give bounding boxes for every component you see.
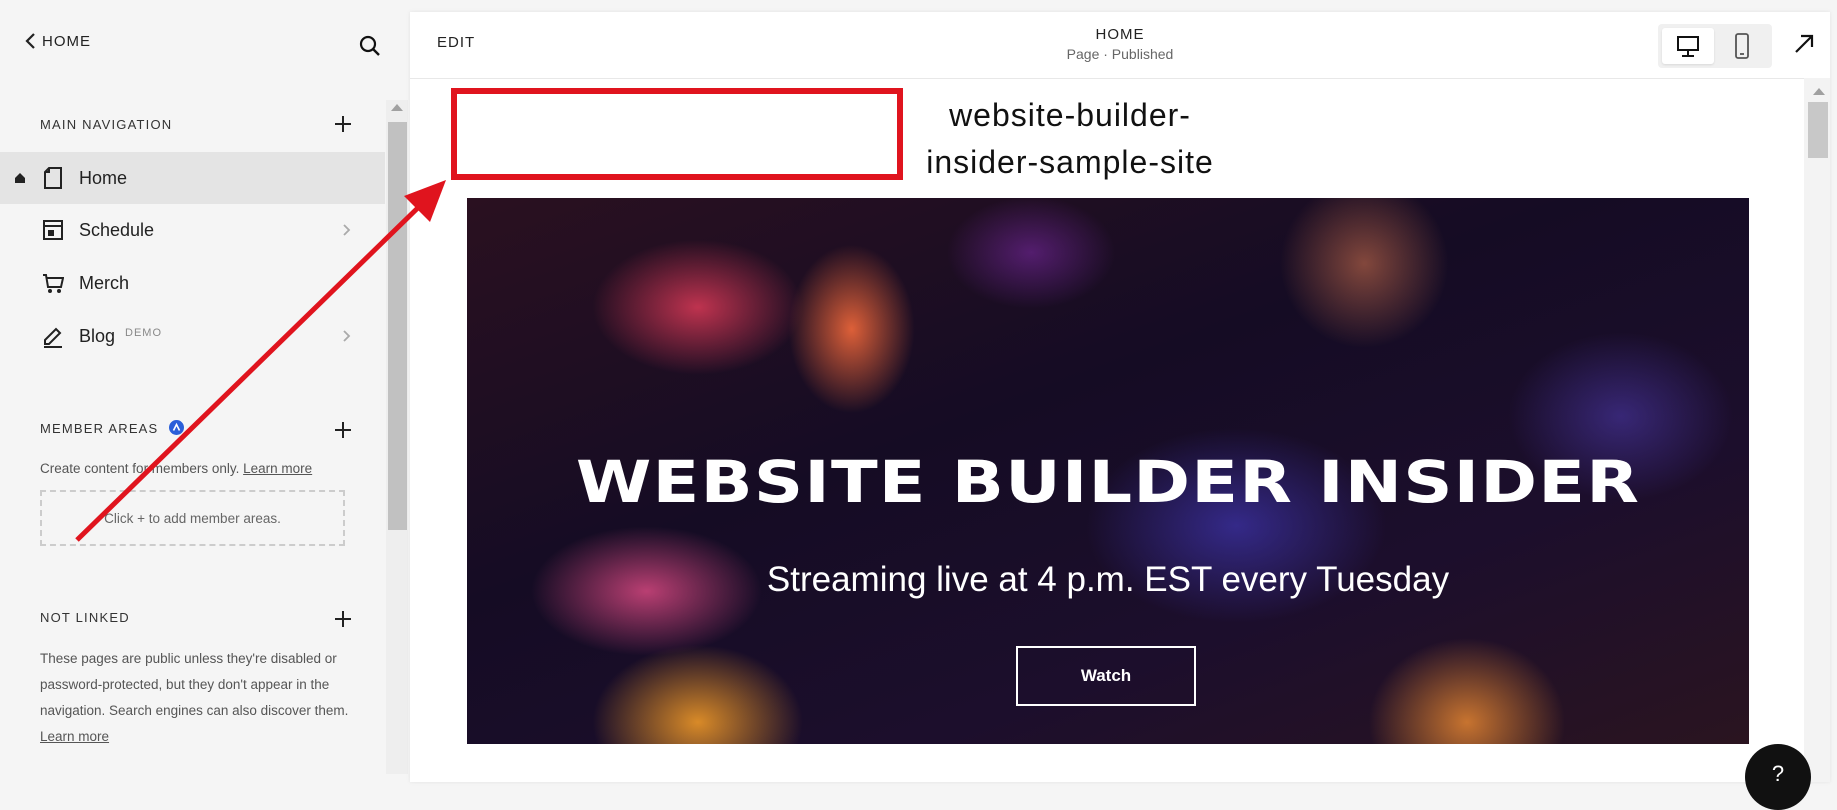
nav-item-label: Schedule <box>79 219 155 240</box>
not-linked-desc-text: These pages are public unless they're di… <box>40 651 349 718</box>
annotation-highlight-box <box>451 88 903 180</box>
member-areas-header: MEMBER AREAS <box>40 420 185 436</box>
back-home-label: HOME <box>42 32 91 50</box>
nav-item-label: Blog <box>79 325 116 346</box>
page-title: HOME <box>1095 26 1145 43</box>
member-areas-title: MEMBER AREAS <box>40 421 159 436</box>
nav-item-schedule[interactable]: Schedule <box>0 204 385 256</box>
back-home-link[interactable]: HOME <box>24 32 91 50</box>
open-external-button[interactable] <box>1792 32 1816 56</box>
preview-scrollbar-thumb[interactable] <box>1808 102 1828 158</box>
add-not-linked-button[interactable] <box>333 609 353 629</box>
open-external-icon <box>1795 34 1814 53</box>
scroll-up-arrow-icon[interactable] <box>391 104 403 111</box>
preview-topbar: EDIT HOME Page · Published <box>410 12 1830 79</box>
member-areas-learn-more-link[interactable]: Learn more <box>243 461 312 476</box>
not-linked-description: These pages are public unless they're di… <box>40 646 352 750</box>
plus-icon <box>335 116 351 132</box>
device-view-toggle <box>1658 24 1772 68</box>
not-linked-learn-more-link[interactable]: Learn more <box>40 729 109 744</box>
hero-title: WEBSITE BUILDER INSIDER <box>575 448 1641 516</box>
page-icon <box>44 167 62 189</box>
nav-item-label: Home <box>79 167 128 188</box>
cart-icon <box>43 274 64 293</box>
nav-item-home[interactable]: Home <box>0 152 385 204</box>
chevron-right-icon <box>343 224 351 236</box>
pages-sidebar: HOME MAIN NAVIGATION Home Schedule Merch… <box>0 0 385 774</box>
desktop-icon <box>1677 36 1699 57</box>
sidebar-scrollbar-thumb[interactable] <box>388 122 407 530</box>
help-button[interactable]: ? <box>1745 744 1811 810</box>
plus-icon <box>335 422 351 438</box>
plus-icon <box>335 611 351 627</box>
nav-item-merch[interactable]: Merch <box>0 257 385 309</box>
preview-scrollbar[interactable] <box>1804 78 1830 782</box>
add-main-nav-button[interactable] <box>333 114 353 134</box>
site-title[interactable]: website-builder-insider-sample-site <box>905 92 1235 186</box>
demo-badge: DEMO <box>125 327 163 339</box>
member-areas-description: Create content for members only. Learn m… <box>40 456 350 482</box>
add-member-area-button[interactable] <box>333 420 353 440</box>
member-areas-empty-state: Click + to add member areas. <box>40 490 345 546</box>
mobile-icon <box>1735 33 1749 59</box>
calendar-icon <box>43 220 63 240</box>
hero-subtitle: Streaming live at 4 p.m. EST every Tuesd… <box>766 560 1450 599</box>
member-areas-icon <box>169 420 185 435</box>
home-icon <box>15 173 25 183</box>
not-linked-title: NOT LINKED <box>40 610 130 625</box>
nav-item-label: Merch <box>79 272 130 293</box>
search-icon <box>359 35 380 56</box>
page-status: Page · Published <box>1066 46 1174 62</box>
watch-button[interactable]: Watch <box>1016 646 1196 706</box>
search-button[interactable] <box>358 34 382 58</box>
scroll-up-arrow-icon[interactable] <box>1813 88 1825 95</box>
mobile-view-button[interactable] <box>1716 28 1768 64</box>
main-navigation-title: MAIN NAVIGATION <box>40 117 173 132</box>
nav-item-blog[interactable]: Blog DEMO <box>0 310 385 362</box>
chevron-right-icon <box>343 330 351 342</box>
member-areas-empty-text: Click + to add member areas. <box>104 510 281 526</box>
desktop-view-button[interactable] <box>1662 28 1714 64</box>
hero-banner[interactable]: WEBSITE BUILDER INSIDER Streaming live a… <box>467 198 1749 744</box>
chevron-left-icon <box>25 33 35 49</box>
member-areas-desc-text: Create content for members only. <box>40 461 240 476</box>
blog-icon <box>44 327 62 348</box>
